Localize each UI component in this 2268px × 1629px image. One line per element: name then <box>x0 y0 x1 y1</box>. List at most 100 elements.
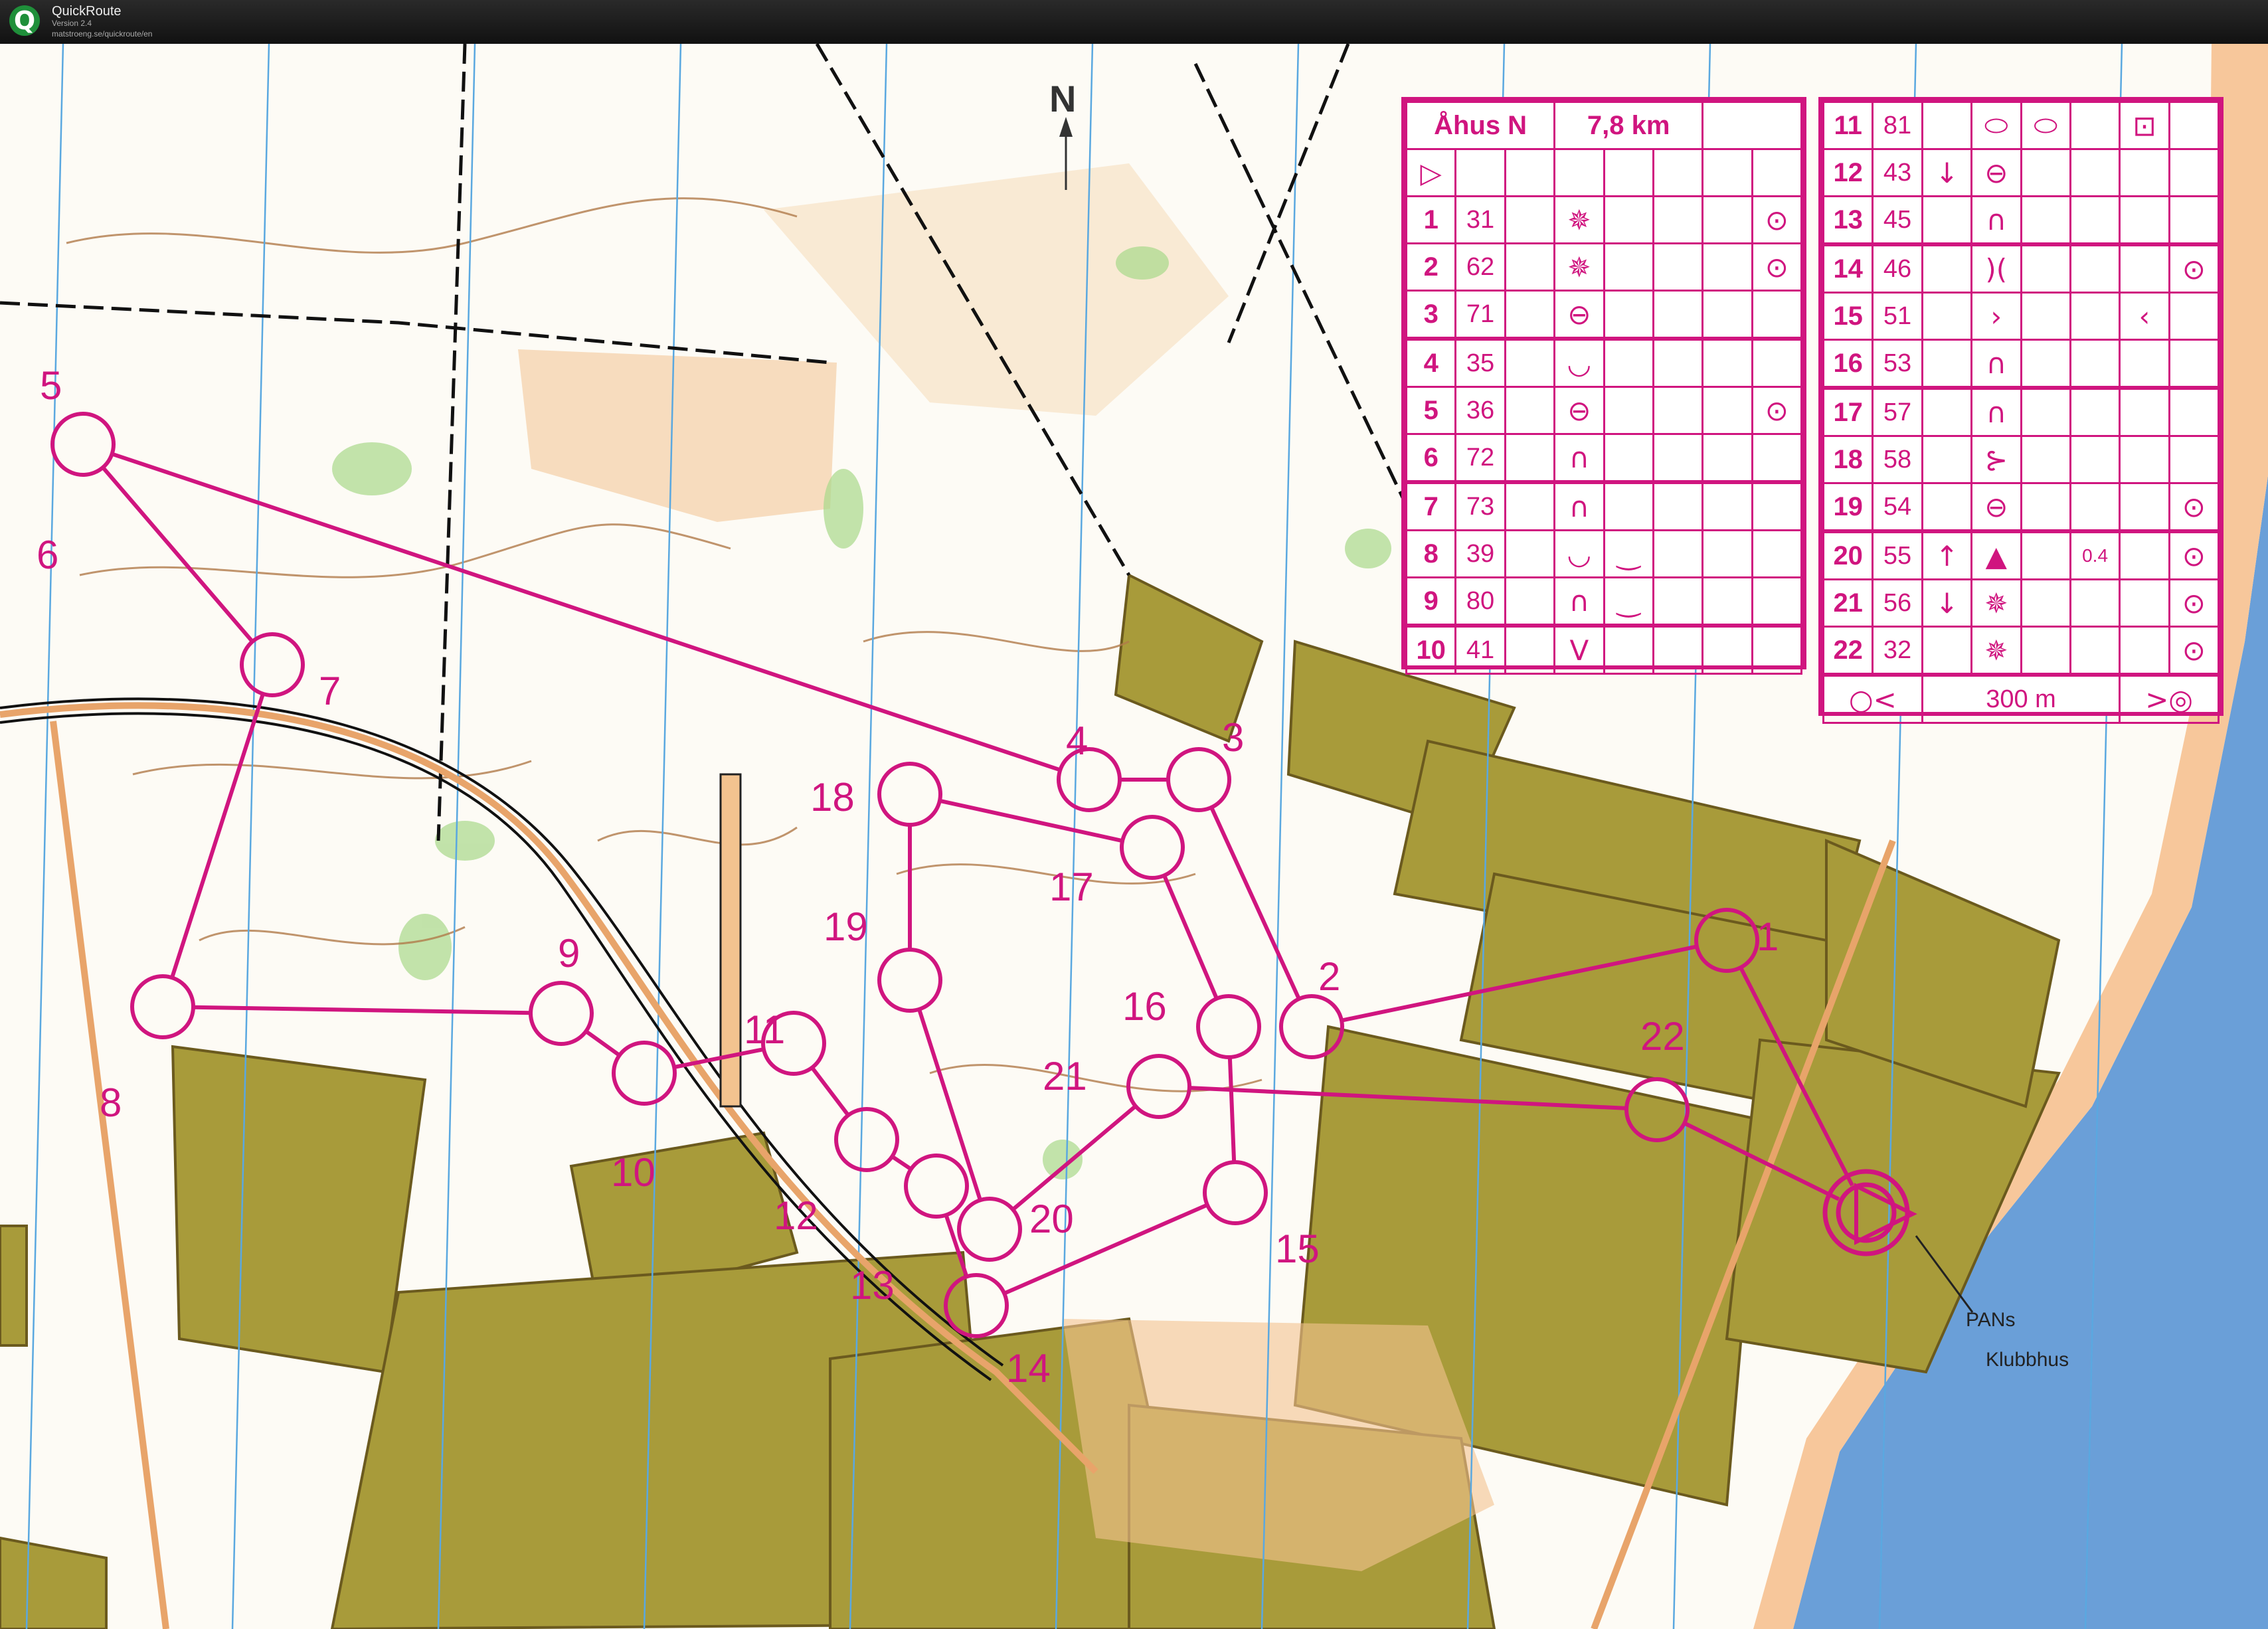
dimension-value <box>2069 195 2121 246</box>
feature-symbol-icon: ∩ <box>1553 480 1605 531</box>
control-code: 58 <box>1872 435 1923 484</box>
detail-symbol-icon <box>1701 337 1753 388</box>
location-symbol-icon: ⊙ <box>2168 242 2220 294</box>
detail-symbol-icon <box>2119 578 2170 628</box>
appearance-symbol-icon <box>1603 242 1654 292</box>
control-number-label: 18 <box>810 775 855 819</box>
direction-symbol-icon <box>1921 292 1973 341</box>
location-symbol-icon <box>1751 529 1803 578</box>
clubhouse-pointer <box>1915 1235 1974 1313</box>
detail-symbol-icon <box>2119 148 2170 197</box>
appearance-symbol-icon <box>2020 386 2071 437</box>
control-circle[interactable] <box>1166 747 1231 812</box>
control-code: 57 <box>1872 386 1923 437</box>
description-row: 7 73 ∩ <box>1405 480 1803 531</box>
location-symbol-icon: ⊙ <box>1751 195 1803 244</box>
control-circle[interactable] <box>904 1154 969 1219</box>
detail-symbol-icon <box>1701 386 1753 435</box>
dimension-value <box>1652 529 1704 578</box>
detail-symbol-icon <box>1701 242 1753 292</box>
dimension-value <box>1652 195 1704 244</box>
dimension-value <box>1652 242 1704 292</box>
control-code: 35 <box>1454 337 1506 388</box>
direction-symbol-icon: ↓ <box>1921 148 1973 197</box>
control-circle[interactable] <box>529 981 594 1046</box>
location-symbol-icon <box>2168 386 2220 437</box>
feature-symbol-icon: ◡ <box>1553 337 1605 388</box>
control-code: 72 <box>1454 433 1506 483</box>
direction-symbol-icon <box>1504 480 1556 531</box>
control-circle[interactable] <box>957 1197 1022 1262</box>
appearance-symbol-icon <box>1603 290 1654 340</box>
control-circle[interactable] <box>240 632 305 697</box>
direction-symbol-icon <box>1504 576 1556 627</box>
control-number: 20 <box>1822 529 1874 580</box>
control-circle[interactable] <box>1203 1160 1268 1225</box>
dimension-value <box>1652 386 1704 435</box>
location-symbol-icon <box>2168 292 2220 341</box>
window-titlebar: Q QuickRoute Version 2.4 matstroeng.se/q… <box>0 0 2268 44</box>
dimension-value <box>1652 480 1704 531</box>
control-circle[interactable] <box>877 762 942 827</box>
control-number-label: 4 <box>1066 719 1089 763</box>
feature-symbol-icon: V <box>1553 624 1605 675</box>
course-leg <box>193 1005 531 1015</box>
control-number-label: 22 <box>1640 1014 1685 1059</box>
control-circle[interactable] <box>1120 815 1185 880</box>
control-circle[interactable] <box>50 412 116 477</box>
appearance-symbol-icon <box>1603 195 1654 244</box>
control-code: 45 <box>1872 195 1923 246</box>
control-code: 53 <box>1872 339 1923 389</box>
control-circle[interactable] <box>612 1041 677 1106</box>
control-code: 80 <box>1454 576 1506 627</box>
appearance-symbol-icon <box>2020 529 2071 580</box>
control-number: 11 <box>1822 101 1874 150</box>
control-circle[interactable] <box>130 974 195 1039</box>
description-row: 15 51 › ‹ <box>1822 292 2220 341</box>
control-circle[interactable] <box>1126 1054 1191 1119</box>
direction-symbol-icon <box>1504 386 1556 435</box>
dimension-value <box>2069 242 2121 294</box>
control-code: 31 <box>1454 195 1506 244</box>
appearance-symbol-icon <box>2020 292 2071 341</box>
control-code: 62 <box>1454 242 1506 292</box>
location-symbol-icon <box>1751 624 1803 675</box>
dimension-value <box>2069 482 2121 533</box>
direction-symbol-icon <box>1921 386 1973 437</box>
orienteering-map[interactable]: N 1 2 3 4 5 6 7 8 9 10 11 12 13 14 15 16 17 18 19 20 21 22 PA… <box>0 44 2268 1629</box>
control-circle[interactable] <box>834 1107 899 1172</box>
control-number: 18 <box>1822 435 1874 484</box>
feature-symbol-icon: ✵ <box>1970 626 2022 676</box>
dimension-value <box>2069 578 2121 628</box>
dimension-value <box>2069 626 2121 676</box>
direction-symbol-icon <box>1504 242 1556 292</box>
direction-symbol-icon <box>1921 339 1973 389</box>
location-symbol-icon: ⊙ <box>2168 578 2220 628</box>
control-number: 5 <box>1405 386 1457 435</box>
quickroute-q-logo: Q <box>9 5 40 36</box>
course-leg <box>810 1066 850 1117</box>
description-row: 8 39 ◡ ‿ <box>1405 529 1803 578</box>
control-code: 36 <box>1454 386 1506 435</box>
feature-symbol-icon: ✵ <box>1553 195 1605 244</box>
control-code: 73 <box>1454 480 1506 531</box>
control-code: 71 <box>1454 290 1506 340</box>
feature-symbol-icon: ⊱ <box>1970 435 2022 484</box>
control-circle[interactable] <box>877 948 942 1013</box>
location-symbol-icon <box>2168 148 2220 197</box>
course-leg <box>1227 1057 1237 1163</box>
description-row: 19 54 ⊖ ⊙ <box>1822 482 2220 533</box>
direction-symbol-icon <box>1504 337 1556 388</box>
description-row: 20 55 ↑ ▲ 0.4 ⊙ <box>1822 529 2220 580</box>
control-circle[interactable] <box>1196 994 1261 1059</box>
appearance-symbol-icon <box>1603 480 1654 531</box>
app-title: QuickRoute <box>52 4 122 19</box>
description-row: 22 32 ✵ ⊙ <box>1822 626 2220 676</box>
description-row: 1 31 ✵ ⊙ <box>1405 195 1803 244</box>
north-label: N <box>1049 78 1077 120</box>
detail-symbol-icon <box>2119 435 2170 484</box>
control-number: 21 <box>1822 578 1874 628</box>
description-row: 17 57 ∩ <box>1822 386 2220 437</box>
appearance-symbol-icon <box>2020 339 2071 389</box>
feature-symbol-icon: ⊖ <box>1553 386 1605 435</box>
